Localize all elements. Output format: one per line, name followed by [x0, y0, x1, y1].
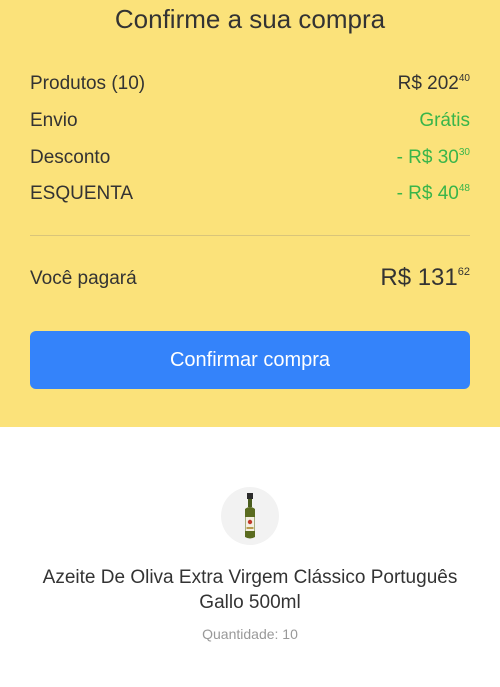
row-value: - R$ 4048 [396, 183, 470, 204]
summary-row-desconto: Desconto - R$ 3030 [30, 147, 470, 171]
order-summary-panel: Confirme a sua compra Produtos (10) R$ 2… [0, 0, 500, 427]
product-name: Azeite De Oliva Extra Virgem Clássico Po… [42, 567, 458, 613]
product-thumbnail[interactable] [221, 487, 279, 545]
summary-row-envio: Envio Grátis [30, 110, 470, 134]
row-label: Produtos (10) [30, 73, 146, 94]
row-label: ESQUENTA [30, 183, 134, 204]
summary-row-produtos: Produtos (10) R$ 20240 [30, 73, 470, 97]
row-label: Desconto [30, 147, 111, 168]
page-title: Confirme a sua compra [114, 4, 386, 34]
total-value: R$ 13162 [380, 264, 470, 291]
row-label: Envio [30, 110, 78, 131]
row-value: R$ 20240 [397, 73, 470, 94]
summary-row-esquenta: ESQUENTA - R$ 4048 [30, 183, 470, 207]
row-value: - R$ 3030 [396, 147, 470, 168]
total-label: Você pagará [30, 268, 137, 289]
olive-oil-bottle-icon [245, 493, 255, 539]
confirm-purchase-button[interactable]: Confirmar compra [30, 331, 470, 389]
summary-divider [30, 235, 470, 236]
row-value: Grátis [419, 110, 470, 131]
product-quantity: Quantidade: 10 [202, 626, 298, 642]
